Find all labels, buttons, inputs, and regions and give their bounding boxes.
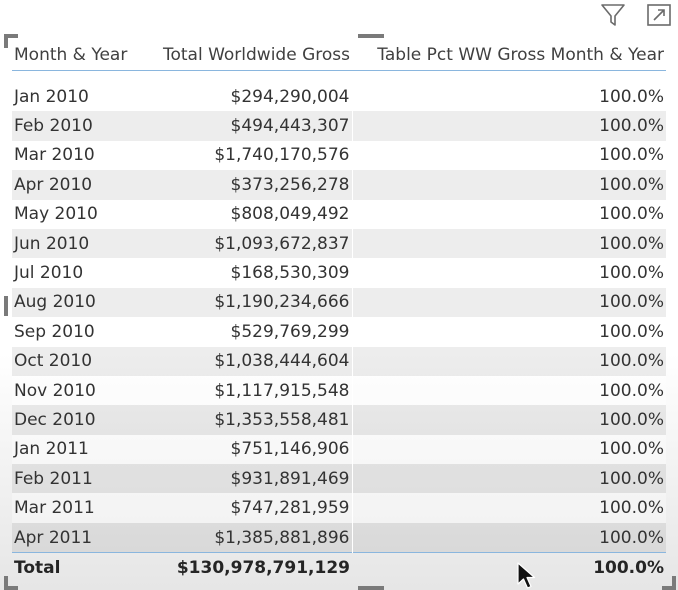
total-label: Total (12, 552, 146, 584)
cell-pct: 100.0% (351, 434, 666, 465)
table-row: Apr 2011 $1,385,881,896 100.0% (12, 522, 666, 553)
header-row: Month & Year Total Worldwide Gross Table… (12, 40, 666, 71)
table-row: Sep 2010 $529,769,299 100.0% (12, 317, 666, 347)
cell-month: Nov 2010 (12, 375, 146, 406)
table-row: Jan 2011 $751,146,906 100.0% (12, 434, 666, 465)
cell-month: Apr 2010 (12, 170, 146, 200)
cell-pct: 100.0% (351, 170, 666, 200)
table-visual[interactable]: Month & Year Total Worldwide Gross Table… (4, 34, 676, 590)
focus-mode-icon[interactable] (646, 2, 672, 28)
report-canvas: Month & Year Total Worldwide Gross Table… (0, 0, 678, 590)
table-row: Feb 2010 $494,443,307 100.0% (12, 111, 666, 141)
cell-pct: 100.0% (351, 405, 666, 435)
cell-gross: $168,530,309 (146, 258, 352, 288)
cell-gross: $751,146,906 (146, 434, 352, 465)
cell-pct: 100.0% (351, 199, 666, 229)
cell-gross: $1,385,881,896 (146, 522, 352, 553)
resize-handle-left[interactable] (4, 296, 8, 316)
table-row: Feb 2011 $931,891,469 100.0% (12, 464, 666, 494)
table-row: Mar 2011 $747,281,959 100.0% (12, 493, 666, 523)
table-row: Apr 2010 $373,256,278 100.0% (12, 170, 666, 200)
cell-gross: $808,049,492 (146, 199, 352, 229)
column-header-total-worldwide-gross[interactable]: Total Worldwide Gross (146, 40, 352, 71)
cell-pct: 100.0% (351, 346, 666, 376)
total-gross: $130,978,791,129 (146, 552, 352, 584)
cell-month: Dec 2010 (12, 405, 146, 435)
resize-handle-top[interactable] (358, 34, 384, 38)
cell-month: May 2010 (12, 199, 146, 229)
table-row: Nov 2010 $1,117,915,548 100.0% (12, 375, 666, 406)
header-spacer (12, 71, 666, 83)
cell-pct: 100.0% (351, 82, 666, 112)
cell-month: Jul 2010 (12, 258, 146, 288)
cell-pct: 100.0% (351, 375, 666, 406)
table-row: Jul 2010 $168,530,309 100.0% (12, 258, 666, 288)
cell-month: Feb 2011 (12, 464, 146, 494)
cell-gross: $1,117,915,548 (146, 375, 352, 406)
table-row: Jan 2010 $294,290,004 100.0% (12, 82, 666, 112)
cell-month: Mar 2011 (12, 493, 146, 523)
mouse-pointer-icon (517, 562, 536, 589)
cell-pct: 100.0% (351, 140, 666, 171)
cell-pct: 100.0% (351, 228, 666, 259)
cell-gross: $494,443,307 (146, 111, 352, 141)
cell-pct: 100.0% (351, 111, 666, 141)
cell-gross: $294,290,004 (146, 82, 352, 112)
table-row: May 2010 $808,049,492 100.0% (12, 199, 666, 229)
table-row: Jun 2010 $1,093,672,837 100.0% (12, 228, 666, 259)
cell-gross: $747,281,959 (146, 493, 352, 523)
cell-month: Mar 2010 (12, 140, 146, 171)
visual-header-toolbar (600, 2, 672, 28)
table-row: Oct 2010 $1,038,444,604 100.0% (12, 346, 666, 376)
filter-icon[interactable] (600, 2, 626, 28)
table-row: Dec 2010 $1,353,558,481 100.0% (12, 405, 666, 435)
column-header-table-pct[interactable]: Table Pct WW Gross Month & Year (352, 40, 666, 71)
cell-pct: 100.0% (351, 287, 666, 318)
cell-pct: 100.0% (351, 317, 666, 347)
cell-month: Jan 2011 (12, 434, 146, 465)
data-table: Month & Year Total Worldwide Gross Table… (12, 40, 666, 584)
cell-pct: 100.0% (351, 464, 666, 494)
column-header-month-year[interactable]: Month & Year (12, 40, 146, 71)
cell-month: Jan 2010 (12, 82, 146, 112)
cell-gross: $1,353,558,481 (146, 405, 352, 435)
cell-month: Oct 2010 (12, 346, 146, 376)
cell-gross: $529,769,299 (146, 317, 352, 347)
cell-pct: 100.0% (351, 493, 666, 523)
total-row: Total $130,978,791,129 100.0% (12, 552, 666, 584)
cell-month: Apr 2011 (12, 522, 146, 553)
cell-pct: 100.0% (351, 522, 666, 553)
cell-gross: $931,891,469 (146, 464, 352, 494)
total-pct: 100.0% (352, 552, 666, 584)
cell-gross: $373,256,278 (146, 170, 352, 200)
cell-gross: $1,190,234,666 (146, 287, 352, 318)
cell-gross: $1,093,672,837 (146, 228, 352, 259)
cell-gross: $1,038,444,604 (146, 346, 352, 376)
cell-gross: $1,740,170,576 (146, 140, 352, 171)
cell-month: Sep 2010 (12, 317, 146, 347)
cell-month: Aug 2010 (12, 287, 146, 318)
resize-handle-bottom[interactable] (358, 586, 384, 590)
cell-month: Feb 2010 (12, 111, 146, 141)
table-row: Mar 2010 $1,740,170,576 100.0% (12, 140, 666, 171)
cell-pct: 100.0% (351, 258, 666, 288)
cell-month: Jun 2010 (12, 228, 146, 259)
table-row: Aug 2010 $1,190,234,666 100.0% (12, 287, 666, 318)
